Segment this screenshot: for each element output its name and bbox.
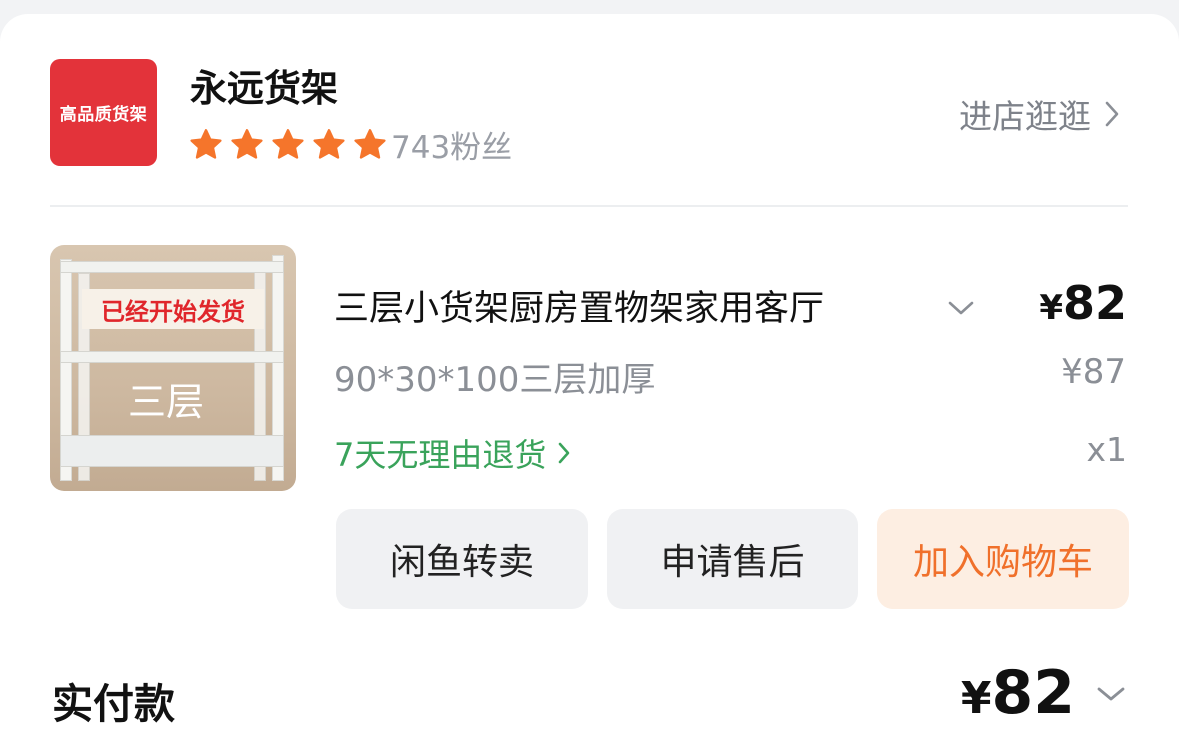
payment-symbol: ¥ [960, 673, 992, 724]
shop-name[interactable]: 永远货架 [190, 58, 338, 112]
payment-amount[interactable]: ¥82 [961, 658, 1075, 728]
product-image[interactable]: 已经开始发货 三层 [50, 245, 296, 491]
chevron-down-icon[interactable] [1097, 686, 1125, 702]
star-icon [313, 128, 345, 159]
image-banner: 已经开始发货 [82, 289, 264, 329]
add-to-cart-button[interactable]: 加入购物车 [877, 509, 1129, 609]
resell-button[interactable]: 闲鱼转卖 [336, 509, 588, 609]
original-price: ¥87 [1061, 352, 1126, 392]
shop-logo[interactable]: 高品质货架 [50, 59, 157, 166]
enter-shop-label: 进店逛逛 [959, 97, 1091, 136]
product-price: ¥82 [1039, 276, 1127, 330]
star-icon [190, 128, 222, 159]
enter-shop-link[interactable]: 进店逛逛 [959, 90, 1119, 138]
return-policy-label: 7天无理由退货 [334, 436, 547, 474]
price-value: 82 [1062, 276, 1127, 330]
product-title[interactable]: 三层小货架厨房置物架家用客厅 [334, 280, 940, 331]
chevron-down-icon[interactable] [948, 300, 974, 316]
chevron-right-icon [1105, 101, 1119, 127]
payment-label: 实付款 [52, 680, 175, 728]
star-icon [272, 128, 304, 159]
star-icon [354, 128, 386, 159]
divider [50, 205, 1128, 207]
shop-rating: 743粉丝 [188, 122, 512, 167]
shop-logo-text: 高品质货架 [59, 105, 148, 125]
product-spec: 90*30*100三层加厚 [334, 360, 656, 400]
chevron-right-icon [559, 442, 570, 464]
aftersale-button[interactable]: 申请售后 [607, 509, 858, 609]
title-fade [880, 274, 944, 330]
image-label: 三层 [128, 380, 205, 424]
price-symbol: ¥ [1039, 288, 1063, 328]
fans-count: 743粉丝 [391, 130, 513, 166]
payment-value: 82 [991, 658, 1076, 728]
return-policy-link[interactable]: 7天无理由退货 [334, 430, 570, 476]
star-icon [231, 128, 263, 159]
quantity: x1 [1086, 430, 1127, 469]
image-banner-text: 已经开始发货 [101, 297, 245, 326]
order-card: 高品质货架 永远货架 743粉丝 进店逛逛 已经开始发货 三层 三层小货架厨房置… [0, 14, 1179, 754]
